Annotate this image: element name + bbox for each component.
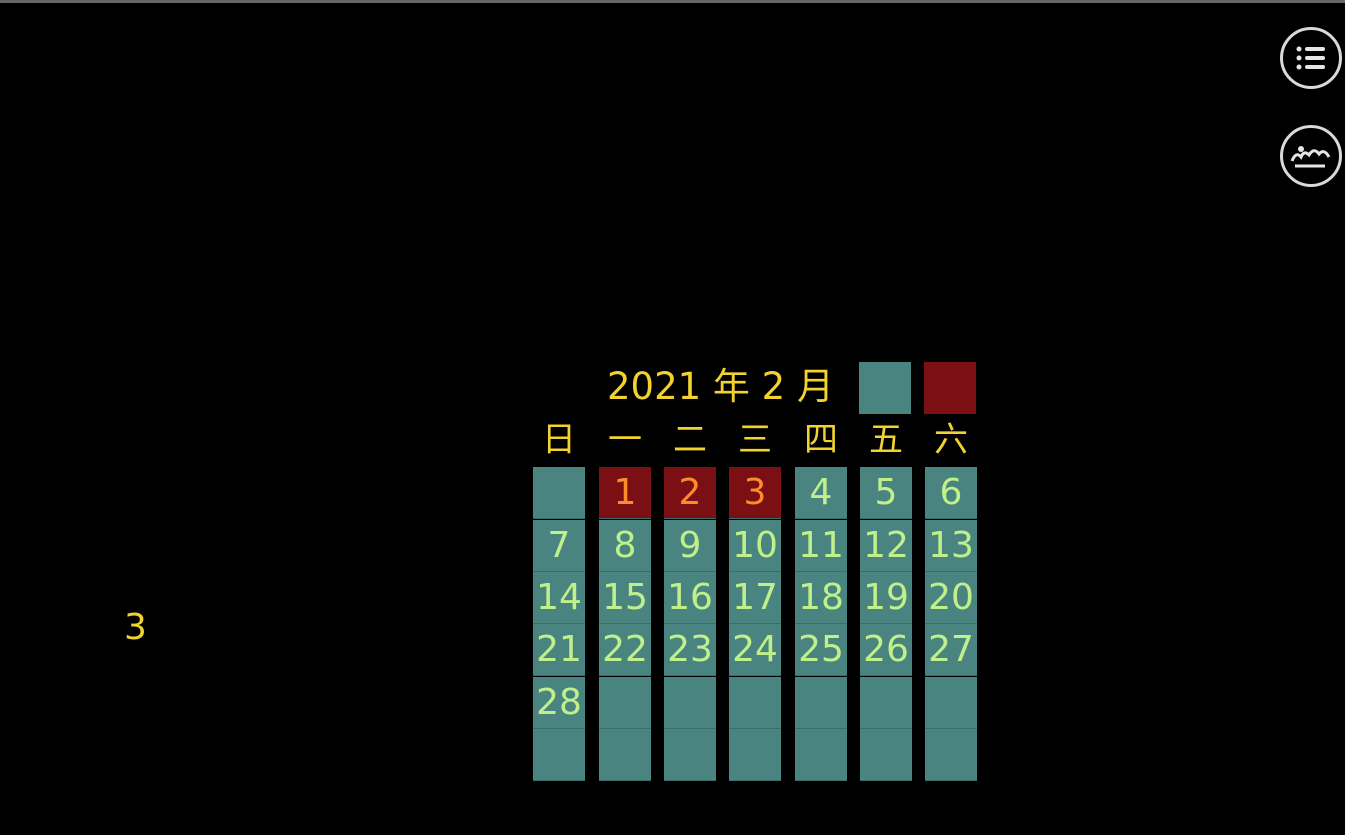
menu-button[interactable]: [1280, 27, 1342, 89]
day-cell[interactable]: 2: [664, 467, 716, 519]
day-cell[interactable]: 12: [860, 520, 912, 572]
weekday-label: 一: [608, 420, 642, 460]
top-border: [0, 0, 1345, 3]
day-cell-empty: [599, 729, 651, 781]
day-cell[interactable]: 6: [925, 467, 977, 519]
day-cell-empty: [795, 677, 847, 729]
day-cell[interactable]: 10: [729, 520, 781, 572]
day-cell[interactable]: 25: [795, 624, 847, 676]
day-cell[interactable]: 5: [860, 467, 912, 519]
weekday-label: 六: [934, 420, 968, 460]
day-cell[interactable]: 17: [729, 572, 781, 624]
day-cell-empty: [533, 729, 585, 781]
counter-value: 3: [124, 607, 147, 648]
day-cell[interactable]: 8: [599, 520, 651, 572]
day-cell-empty: [729, 729, 781, 781]
day-cell-empty: [795, 729, 847, 781]
weekday-label: 四: [804, 420, 838, 460]
day-cell-empty: [664, 729, 716, 781]
day-cell-empty: [533, 467, 585, 519]
list-icon: [1296, 46, 1325, 70]
day-cell-empty: [860, 677, 912, 729]
legend-holiday-swatch: [924, 362, 976, 414]
day-cell[interactable]: 7: [533, 520, 585, 572]
day-cell[interactable]: 24: [729, 624, 781, 676]
day-cell[interactable]: 19: [860, 572, 912, 624]
day-cell-empty: [860, 729, 912, 781]
weekday-label: 二: [673, 420, 707, 460]
day-cell-empty: [729, 677, 781, 729]
legend-normal-swatch: [859, 362, 911, 414]
day-cell-empty: [599, 677, 651, 729]
weekday-label: 日: [542, 420, 576, 460]
day-cell[interactable]: 28: [533, 677, 585, 729]
day-cell-empty: [664, 677, 716, 729]
day-cell[interactable]: 23: [664, 624, 716, 676]
day-cell[interactable]: 1: [599, 467, 651, 519]
day-cell[interactable]: 3: [729, 467, 781, 519]
day-cell-empty: [925, 729, 977, 781]
day-cell[interactable]: 27: [925, 624, 977, 676]
day-cell[interactable]: 4: [795, 467, 847, 519]
day-cell[interactable]: 20: [925, 572, 977, 624]
weekday-label: 五: [869, 420, 903, 460]
day-cell-empty: [925, 677, 977, 729]
day-cell[interactable]: 21: [533, 624, 585, 676]
day-cell[interactable]: 14: [533, 572, 585, 624]
weekday-label: 三: [738, 420, 772, 460]
day-cell[interactable]: 16: [664, 572, 716, 624]
day-cell[interactable]: 9: [664, 520, 716, 572]
logo-icon: [1290, 146, 1331, 168]
day-cell[interactable]: 15: [599, 572, 651, 624]
day-cell[interactable]: 26: [860, 624, 912, 676]
day-cell[interactable]: 13: [925, 520, 977, 572]
day-cell[interactable]: 18: [795, 572, 847, 624]
day-cell[interactable]: 22: [599, 624, 651, 676]
logo-button[interactable]: [1280, 125, 1342, 187]
day-cell[interactable]: 11: [795, 520, 847, 572]
calendar-title: 2021 年 2 月: [607, 365, 834, 408]
